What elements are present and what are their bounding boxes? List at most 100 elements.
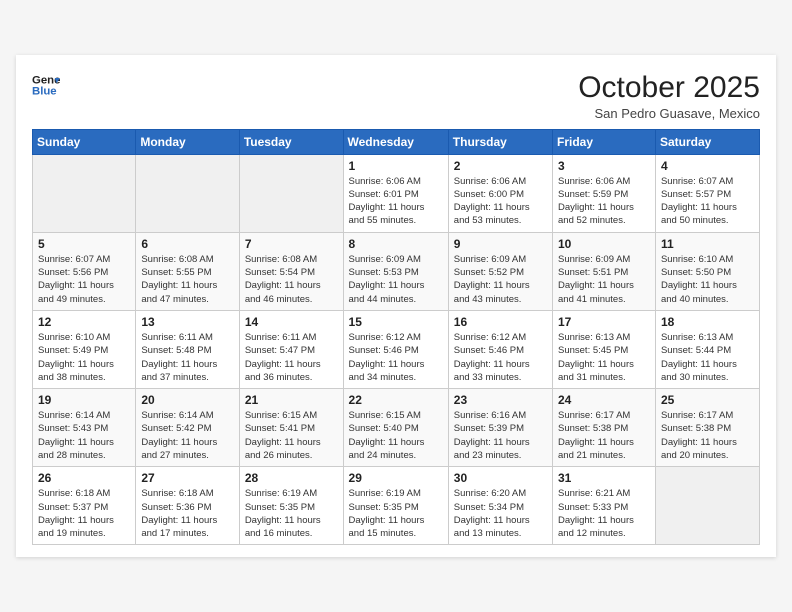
cell-w4-d1: 19 Sunrise: 6:14 AM Sunset: 5:43 PM Dayli… — [33, 389, 136, 467]
day-number: 31 — [558, 471, 650, 485]
day-info: Sunrise: 6:19 AM Sunset: 5:35 PM Dayligh… — [349, 487, 443, 540]
day-info: Sunrise: 6:10 AM Sunset: 5:50 PM Dayligh… — [661, 253, 754, 306]
day-number: 10 — [558, 237, 650, 251]
logo-icon: General Blue — [32, 71, 60, 99]
day-info: Sunrise: 6:21 AM Sunset: 5:33 PM Dayligh… — [558, 487, 650, 540]
header-wednesday: Wednesday — [343, 129, 448, 154]
week-row-2: 5Sunrise: 6:07 AM Sunset: 5:56 PM Daylig… — [33, 232, 760, 310]
day-number: 30 — [454, 471, 547, 485]
day-number: 20 — [141, 393, 233, 407]
day-info: Sunrise: 6:12 AM Sunset: 5:46 PM Dayligh… — [349, 331, 443, 384]
cell-w5-d2: 27 Sunrise: 6:18 AM Sunset: 5:36 PM Dayli… — [136, 467, 239, 545]
cell-w1-d7: 4Sunrise: 6:07 AM Sunset: 5:57 PM Daylig… — [655, 154, 759, 232]
day-number: 11 — [661, 237, 754, 251]
week-row-4: 19 Sunrise: 6:14 AM Sunset: 5:43 PM Dayli… — [33, 389, 760, 467]
day-number: 17 — [558, 315, 650, 329]
day-number: 29 — [349, 471, 443, 485]
cell-w1-d6: 3 Sunrise: 6:06 AM Sunset: 5:59 PM Daylig… — [553, 154, 656, 232]
cell-w3-d4: 15Sunrise: 6:12 AM Sunset: 5:46 PM Dayli… — [343, 310, 448, 388]
logo: General Blue — [32, 71, 60, 99]
day-info: Sunrise: 6:18 AM Sunset: 5:37 PM Dayligh… — [38, 487, 130, 540]
day-info: Sunrise: 6:19 AM Sunset: 5:35 PM Dayligh… — [245, 487, 338, 540]
cell-w2-d7: 11 Sunrise: 6:10 AM Sunset: 5:50 PM Dayli… — [655, 232, 759, 310]
day-info: Sunrise: 6:16 AM Sunset: 5:39 PM Dayligh… — [454, 409, 547, 462]
day-number: 5 — [38, 237, 130, 251]
cell-w3-d5: 16 Sunrise: 6:12 AM Sunset: 5:46 PM Dayli… — [448, 310, 552, 388]
cell-w2-d4: 8 Sunrise: 6:09 AM Sunset: 5:53 PM Daylig… — [343, 232, 448, 310]
header: General Blue October 2025 San Pedro Guas… — [32, 71, 760, 121]
cell-w3-d6: 17Sunrise: 6:13 AM Sunset: 5:45 PM Dayli… — [553, 310, 656, 388]
cell-w5-d6: 31 Sunrise: 6:21 AM Sunset: 5:33 PM Dayli… — [553, 467, 656, 545]
day-number: 3 — [558, 159, 650, 173]
cell-w4-d2: 20 Sunrise: 6:14 AM Sunset: 5:42 PM Dayli… — [136, 389, 239, 467]
cell-w5-d3: 28 Sunrise: 6:19 AM Sunset: 5:35 PM Dayli… — [239, 467, 343, 545]
cell-w3-d1: 12Sunrise: 6:10 AM Sunset: 5:49 PM Dayli… — [33, 310, 136, 388]
cell-w4-d3: 21 Sunrise: 6:15 AM Sunset: 5:41 PM Dayli… — [239, 389, 343, 467]
day-info: Sunrise: 6:08 AM Sunset: 5:55 PM Dayligh… — [141, 253, 233, 306]
day-info: Sunrise: 6:11 AM Sunset: 5:47 PM Dayligh… — [245, 331, 338, 384]
day-number: 2 — [454, 159, 547, 173]
day-info: Sunrise: 6:15 AM Sunset: 5:40 PM Dayligh… — [349, 409, 443, 462]
day-number: 28 — [245, 471, 338, 485]
week-row-1: 1Sunrise: 6:06 AM Sunset: 6:01 PM Daylig… — [33, 154, 760, 232]
month-title: October 2025 — [578, 71, 760, 104]
day-info: Sunrise: 6:09 AM Sunset: 5:52 PM Dayligh… — [454, 253, 547, 306]
week-row-3: 12Sunrise: 6:10 AM Sunset: 5:49 PM Dayli… — [33, 310, 760, 388]
day-info: Sunrise: 6:09 AM Sunset: 5:53 PM Dayligh… — [349, 253, 443, 306]
day-info: Sunrise: 6:09 AM Sunset: 5:51 PM Dayligh… — [558, 253, 650, 306]
day-info: Sunrise: 6:17 AM Sunset: 5:38 PM Dayligh… — [558, 409, 650, 462]
cell-w5-d4: 29 Sunrise: 6:19 AM Sunset: 5:35 PM Dayli… — [343, 467, 448, 545]
cell-w1-d3 — [239, 154, 343, 232]
cell-w2-d2: 6Sunrise: 6:08 AM Sunset: 5:55 PM Daylig… — [136, 232, 239, 310]
cell-w5-d5: 30 Sunrise: 6:20 AM Sunset: 5:34 PM Dayli… — [448, 467, 552, 545]
day-number: 27 — [141, 471, 233, 485]
cell-w5-d1: 26 Sunrise: 6:18 AM Sunset: 5:37 PM Dayli… — [33, 467, 136, 545]
cell-w1-d4: 1Sunrise: 6:06 AM Sunset: 6:01 PM Daylig… — [343, 154, 448, 232]
day-info: Sunrise: 6:13 AM Sunset: 5:44 PM Dayligh… — [661, 331, 754, 384]
header-friday: Friday — [553, 129, 656, 154]
week-row-5: 26 Sunrise: 6:18 AM Sunset: 5:37 PM Dayli… — [33, 467, 760, 545]
cell-w2-d3: 7Sunrise: 6:08 AM Sunset: 5:54 PM Daylig… — [239, 232, 343, 310]
cell-w1-d2 — [136, 154, 239, 232]
day-number: 14 — [245, 315, 338, 329]
header-thursday: Thursday — [448, 129, 552, 154]
cell-w4-d6: 24Sunrise: 6:17 AM Sunset: 5:38 PM Dayli… — [553, 389, 656, 467]
cell-w3-d3: 14 Sunrise: 6:11 AM Sunset: 5:47 PM Dayli… — [239, 310, 343, 388]
header-tuesday: Tuesday — [239, 129, 343, 154]
day-info: Sunrise: 6:17 AM Sunset: 5:38 PM Dayligh… — [661, 409, 754, 462]
day-number: 4 — [661, 159, 754, 173]
day-info: Sunrise: 6:06 AM Sunset: 5:59 PM Dayligh… — [558, 175, 650, 228]
svg-text:Blue: Blue — [32, 85, 57, 97]
day-number: 8 — [349, 237, 443, 251]
day-number: 26 — [38, 471, 130, 485]
day-number: 7 — [245, 237, 338, 251]
day-number: 18 — [661, 315, 754, 329]
day-info: Sunrise: 6:14 AM Sunset: 5:42 PM Dayligh… — [141, 409, 233, 462]
cell-w2-d1: 5Sunrise: 6:07 AM Sunset: 5:56 PM Daylig… — [33, 232, 136, 310]
calendar-table: Sunday Monday Tuesday Wednesday Thursday… — [32, 129, 760, 546]
day-info: Sunrise: 6:20 AM Sunset: 5:34 PM Dayligh… — [454, 487, 547, 540]
day-info: Sunrise: 6:15 AM Sunset: 5:41 PM Dayligh… — [245, 409, 338, 462]
day-info: Sunrise: 6:11 AM Sunset: 5:48 PM Dayligh… — [141, 331, 233, 384]
cell-w2-d5: 9 Sunrise: 6:09 AM Sunset: 5:52 PM Daylig… — [448, 232, 552, 310]
day-number: 9 — [454, 237, 547, 251]
weekday-header-row: Sunday Monday Tuesday Wednesday Thursday… — [33, 129, 760, 154]
day-number: 22 — [349, 393, 443, 407]
cell-w3-d2: 13Sunrise: 6:11 AM Sunset: 5:48 PM Dayli… — [136, 310, 239, 388]
cell-w1-d5: 2Sunrise: 6:06 AM Sunset: 6:00 PM Daylig… — [448, 154, 552, 232]
day-info: Sunrise: 6:14 AM Sunset: 5:43 PM Dayligh… — [38, 409, 130, 462]
day-number: 19 — [38, 393, 130, 407]
day-number: 25 — [661, 393, 754, 407]
day-info: Sunrise: 6:12 AM Sunset: 5:46 PM Dayligh… — [454, 331, 547, 384]
calendar-container: General Blue October 2025 San Pedro Guas… — [16, 55, 776, 558]
cell-w3-d7: 18 Sunrise: 6:13 AM Sunset: 5:44 PM Dayli… — [655, 310, 759, 388]
day-info: Sunrise: 6:18 AM Sunset: 5:36 PM Dayligh… — [141, 487, 233, 540]
day-number: 21 — [245, 393, 338, 407]
cell-w1-d1 — [33, 154, 136, 232]
title-block: October 2025 San Pedro Guasave, Mexico — [578, 71, 760, 121]
cell-w5-d7 — [655, 467, 759, 545]
header-sunday: Sunday — [33, 129, 136, 154]
day-info: Sunrise: 6:06 AM Sunset: 6:01 PM Dayligh… — [349, 175, 443, 228]
day-info: Sunrise: 6:10 AM Sunset: 5:49 PM Dayligh… — [38, 331, 130, 384]
day-number: 16 — [454, 315, 547, 329]
